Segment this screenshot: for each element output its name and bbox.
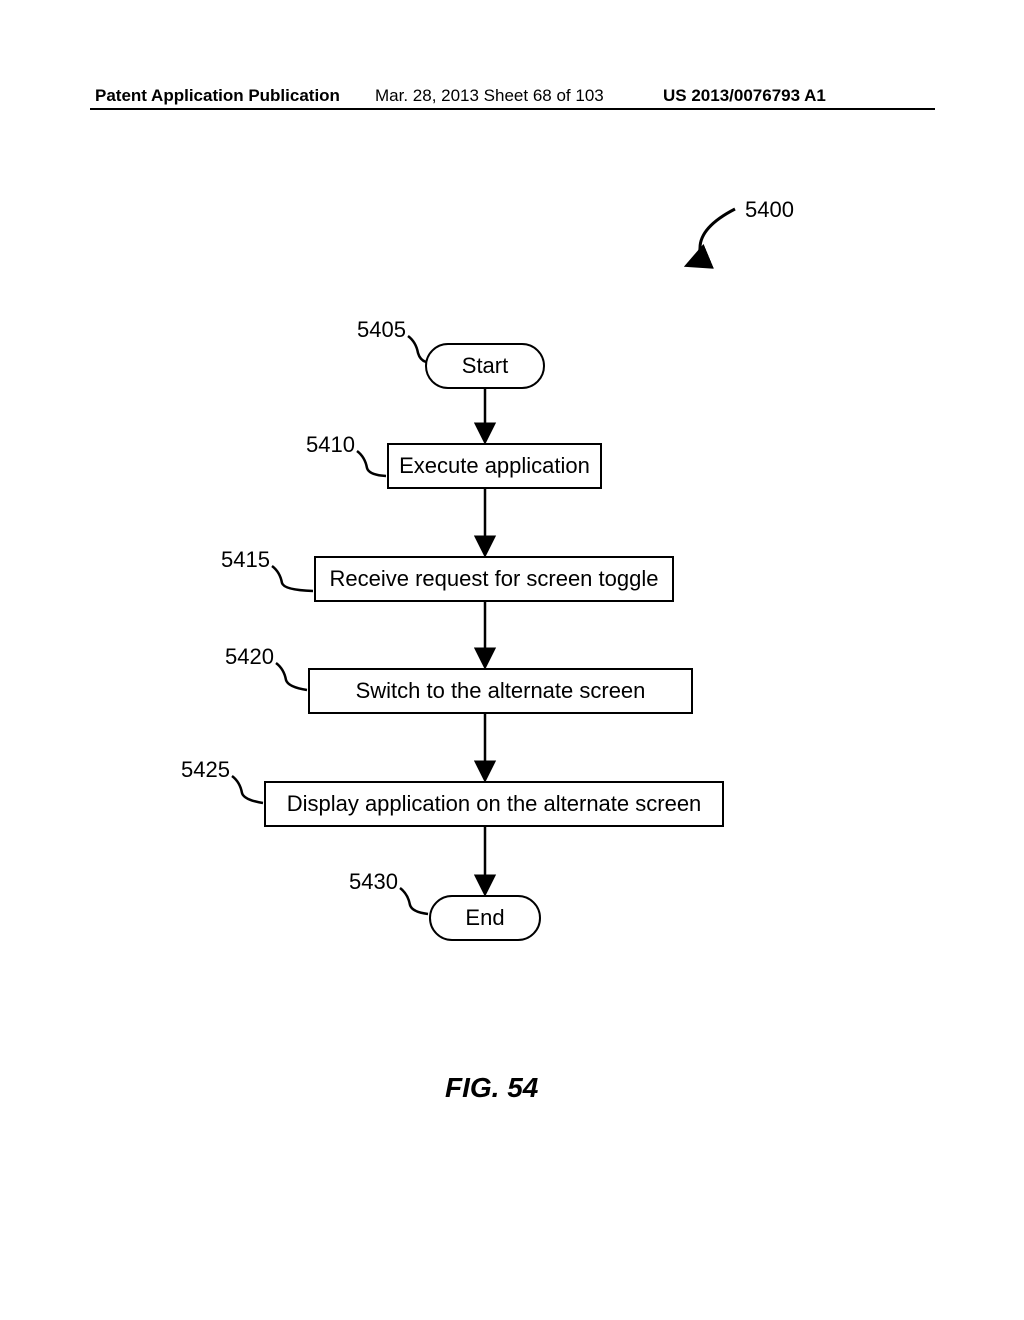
figure-caption: FIG. 54 bbox=[445, 1072, 538, 1104]
header-rule bbox=[90, 108, 935, 110]
connector-overlay bbox=[0, 0, 1024, 1320]
ref-5420: 5420 bbox=[225, 644, 274, 670]
ref-5410: 5410 bbox=[306, 432, 355, 458]
node-exec-label: Execute application bbox=[399, 453, 590, 479]
ref-5425: 5425 bbox=[181, 757, 230, 783]
leader-5415 bbox=[272, 566, 313, 591]
node-start: Start bbox=[425, 343, 545, 389]
ref-5405: 5405 bbox=[357, 317, 406, 343]
header-right: US 2013/0076793 A1 bbox=[663, 86, 826, 106]
leader-5400 bbox=[688, 209, 735, 265]
node-switch-label: Switch to the alternate screen bbox=[356, 678, 646, 704]
node-start-label: Start bbox=[462, 353, 508, 379]
node-end-label: End bbox=[465, 905, 504, 931]
node-switch: Switch to the alternate screen bbox=[308, 668, 693, 714]
node-receive-label: Receive request for screen toggle bbox=[330, 566, 659, 592]
ref-5400: 5400 bbox=[745, 197, 794, 223]
leader-5425 bbox=[232, 776, 263, 803]
node-receive: Receive request for screen toggle bbox=[314, 556, 674, 602]
header-left: Patent Application Publication bbox=[95, 86, 340, 106]
leader-5430 bbox=[400, 888, 428, 914]
leader-5420 bbox=[276, 663, 307, 690]
node-display-label: Display application on the alternate scr… bbox=[287, 791, 702, 817]
header-mid: Mar. 28, 2013 Sheet 68 of 103 bbox=[375, 86, 604, 106]
node-display: Display application on the alternate scr… bbox=[264, 781, 724, 827]
ref-5430: 5430 bbox=[349, 869, 398, 895]
ref-5415: 5415 bbox=[221, 547, 270, 573]
node-end: End bbox=[429, 895, 541, 941]
leader-5410 bbox=[357, 451, 386, 476]
node-exec: Execute application bbox=[387, 443, 602, 489]
leader-5405 bbox=[408, 336, 426, 362]
